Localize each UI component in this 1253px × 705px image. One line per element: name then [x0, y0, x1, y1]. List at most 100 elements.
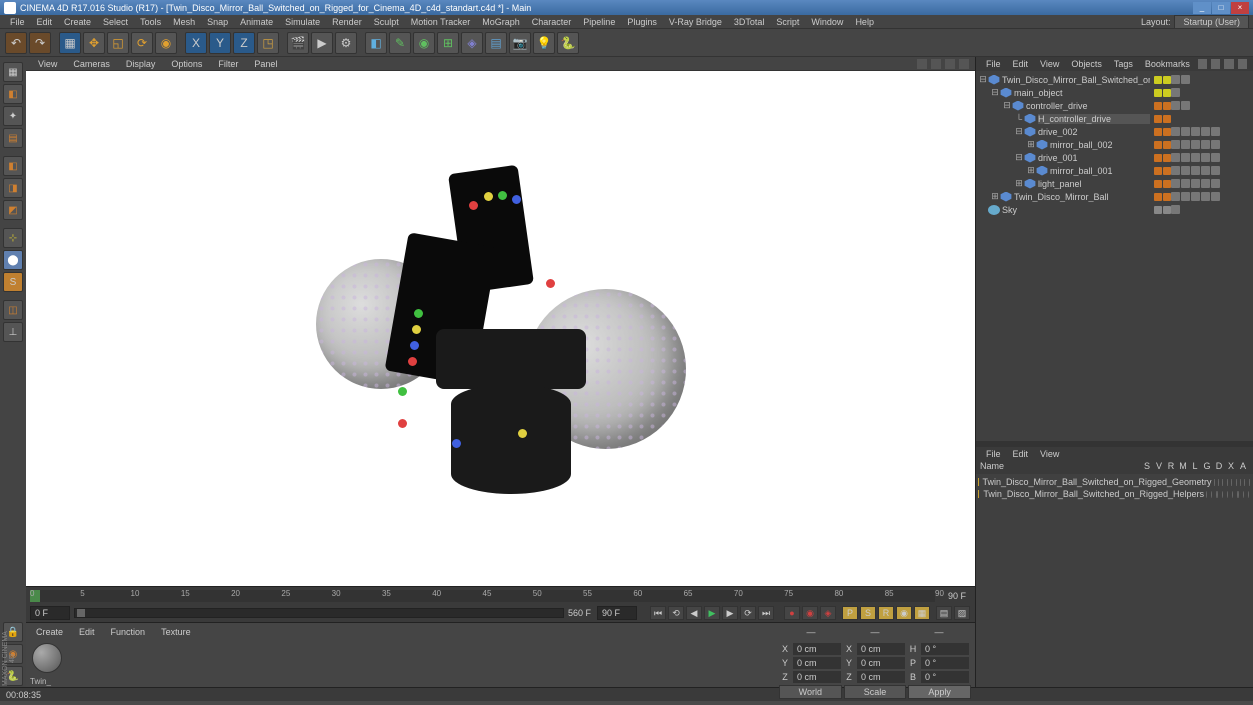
- frame-fwd-button[interactable]: ▶: [722, 606, 738, 620]
- scale-dropdown[interactable]: Scale: [844, 685, 907, 699]
- obj-menu-bookmarks[interactable]: Bookmarks: [1139, 59, 1196, 69]
- object-name[interactable]: light_panel: [1038, 179, 1150, 189]
- layer-row[interactable]: Twin_Disco_Mirror_Ball_Switched_on_Rigge…: [978, 488, 1251, 500]
- attr-menu-file[interactable]: File: [980, 449, 1007, 459]
- tag-icon[interactable]: [1181, 179, 1190, 188]
- layer-row[interactable]: Twin_Disco_Mirror_Ball_Switched_on_Rigge…: [978, 476, 1251, 488]
- visibility-dot[interactable]: [1154, 193, 1162, 201]
- object-manager-tree[interactable]: ⊟Twin_Disco_Mirror_Ball_Switched_on_Rigg…: [976, 71, 1253, 441]
- y-size-field[interactable]: 0 cm: [857, 657, 905, 669]
- texture-mode-button[interactable]: ✦: [3, 106, 23, 126]
- menu-script[interactable]: Script: [770, 17, 805, 27]
- tag-icon[interactable]: [1171, 88, 1180, 97]
- pos-key-button[interactable]: P: [842, 606, 858, 620]
- object-name[interactable]: Twin_Disco_Mirror_Ball_Switched_on_Rigge…: [1002, 75, 1150, 85]
- visibility-dot[interactable]: [1163, 102, 1171, 110]
- snap-button[interactable]: S: [3, 272, 23, 292]
- undo-button[interactable]: ↶: [5, 32, 27, 54]
- object-name[interactable]: drive_001: [1038, 153, 1150, 163]
- object-name[interactable]: Twin_Disco_Mirror_Ball: [1014, 192, 1150, 202]
- tag-icon[interactable]: [1211, 153, 1220, 162]
- expand-icon[interactable]: └: [1014, 114, 1024, 124]
- keyframe-sel-button[interactable]: ◈: [820, 606, 836, 620]
- tag-icon[interactable]: [1201, 166, 1210, 175]
- tag-icon[interactable]: [1171, 101, 1180, 110]
- tag-icon[interactable]: [1181, 140, 1190, 149]
- menu-help[interactable]: Help: [849, 17, 880, 27]
- last-tool-button[interactable]: ◉: [155, 32, 177, 54]
- viewport-menu-options[interactable]: Options: [163, 59, 210, 69]
- menu-window[interactable]: Window: [805, 17, 849, 27]
- rotate-button[interactable]: ⟳: [131, 32, 153, 54]
- tree-row[interactable]: ⊞mirror_ball_001: [978, 164, 1251, 177]
- tree-row[interactable]: ⊟controller_drive: [978, 99, 1251, 112]
- script-button[interactable]: 🐍: [557, 32, 579, 54]
- menu-file[interactable]: File: [4, 17, 31, 27]
- object-name[interactable]: mirror_ball_001: [1050, 166, 1150, 176]
- edge-mode-button[interactable]: ◨: [3, 178, 23, 198]
- frame-back-button[interactable]: ◀: [686, 606, 702, 620]
- tag-icon[interactable]: [1171, 140, 1180, 149]
- visibility-dot[interactable]: [1154, 102, 1162, 110]
- tree-row[interactable]: Sky: [978, 203, 1251, 216]
- layer-toggle[interactable]: [1243, 491, 1244, 498]
- visibility-dot[interactable]: [1154, 76, 1162, 84]
- fit-icon[interactable]: [931, 59, 941, 69]
- layout-dropdown[interactable]: Startup (User): [1174, 15, 1249, 29]
- tag-icon[interactable]: [1201, 140, 1210, 149]
- tag-icon[interactable]: [1201, 127, 1210, 136]
- visibility-dot[interactable]: [1163, 167, 1171, 175]
- z-pos-field[interactable]: 0 cm: [793, 671, 841, 683]
- obj-menu-view[interactable]: View: [1034, 59, 1065, 69]
- menu-create[interactable]: Create: [58, 17, 97, 27]
- layer-color-swatch[interactable]: [978, 490, 979, 498]
- home-icon[interactable]: [1211, 59, 1220, 69]
- tag-icon[interactable]: [1171, 179, 1180, 188]
- p-rot-field[interactable]: 0 °: [921, 657, 969, 669]
- expand-icon[interactable]: ⊟: [1014, 126, 1024, 137]
- fcurve-window-button[interactable]: ▨: [954, 606, 970, 620]
- add-nurbs-button[interactable]: ◉: [413, 32, 435, 54]
- mat-menu-function[interactable]: Function: [103, 627, 154, 637]
- tree-row[interactable]: ⊟main_object: [978, 86, 1251, 99]
- menu-character[interactable]: Character: [526, 17, 578, 27]
- timeline-window-button[interactable]: ▤: [936, 606, 952, 620]
- viewport-menu-filter[interactable]: Filter: [210, 59, 246, 69]
- timeline-ruler[interactable]: 051015202530354045505560657075808590 90 …: [26, 586, 975, 604]
- visibility-dot[interactable]: [1163, 193, 1171, 201]
- start-frame-field[interactable]: 0 F: [30, 606, 70, 620]
- tag-icon[interactable]: [1171, 127, 1180, 136]
- layer-manager[interactable]: Twin_Disco_Mirror_Ball_Switched_on_Rigge…: [976, 474, 1253, 687]
- tag-icon[interactable]: [1181, 153, 1190, 162]
- scale-button[interactable]: ◱: [107, 32, 129, 54]
- b-rot-field[interactable]: 0 °: [921, 671, 969, 683]
- step-back-button[interactable]: ⟲: [668, 606, 684, 620]
- expand-icon[interactable]: ⊞: [990, 191, 1000, 202]
- layer-toggle[interactable]: [1237, 491, 1238, 498]
- render-settings-button[interactable]: ⚙: [335, 32, 357, 54]
- z-size-field[interactable]: 0 cm: [857, 671, 905, 683]
- visibility-dot[interactable]: [1163, 128, 1171, 136]
- mat-menu-edit[interactable]: Edit: [71, 627, 103, 637]
- model-mode-button[interactable]: ▦: [3, 62, 23, 82]
- rot-key-button[interactable]: R: [878, 606, 894, 620]
- menu-motion-tracker[interactable]: Motion Tracker: [405, 17, 477, 27]
- viewport[interactable]: [26, 71, 975, 586]
- mat-menu-texture[interactable]: Texture: [153, 627, 199, 637]
- tag-icon[interactable]: [1171, 153, 1180, 162]
- viewport-solo-button[interactable]: ⬤: [3, 250, 23, 270]
- viewport-menu-view[interactable]: View: [30, 59, 65, 69]
- visibility-dot[interactable]: [1154, 89, 1162, 97]
- poly-mode-button[interactable]: ◩: [3, 200, 23, 220]
- visibility-dot[interactable]: [1163, 154, 1171, 162]
- add-deformer-button[interactable]: ◈: [461, 32, 483, 54]
- workplane-button[interactable]: ▤: [3, 128, 23, 148]
- expand-icon[interactable]: ⊟: [990, 87, 1000, 98]
- layer-toggle[interactable]: [1227, 491, 1228, 498]
- render-pv-button[interactable]: ▶: [311, 32, 333, 54]
- tag-icon[interactable]: [1171, 166, 1180, 175]
- attr-menu-edit[interactable]: Edit: [1007, 449, 1035, 459]
- tag-icon[interactable]: [1181, 166, 1190, 175]
- tree-row[interactable]: ⊟Twin_Disco_Mirror_Ball_Switched_on_Rigg…: [978, 73, 1251, 86]
- x-axis-button[interactable]: X: [185, 32, 207, 54]
